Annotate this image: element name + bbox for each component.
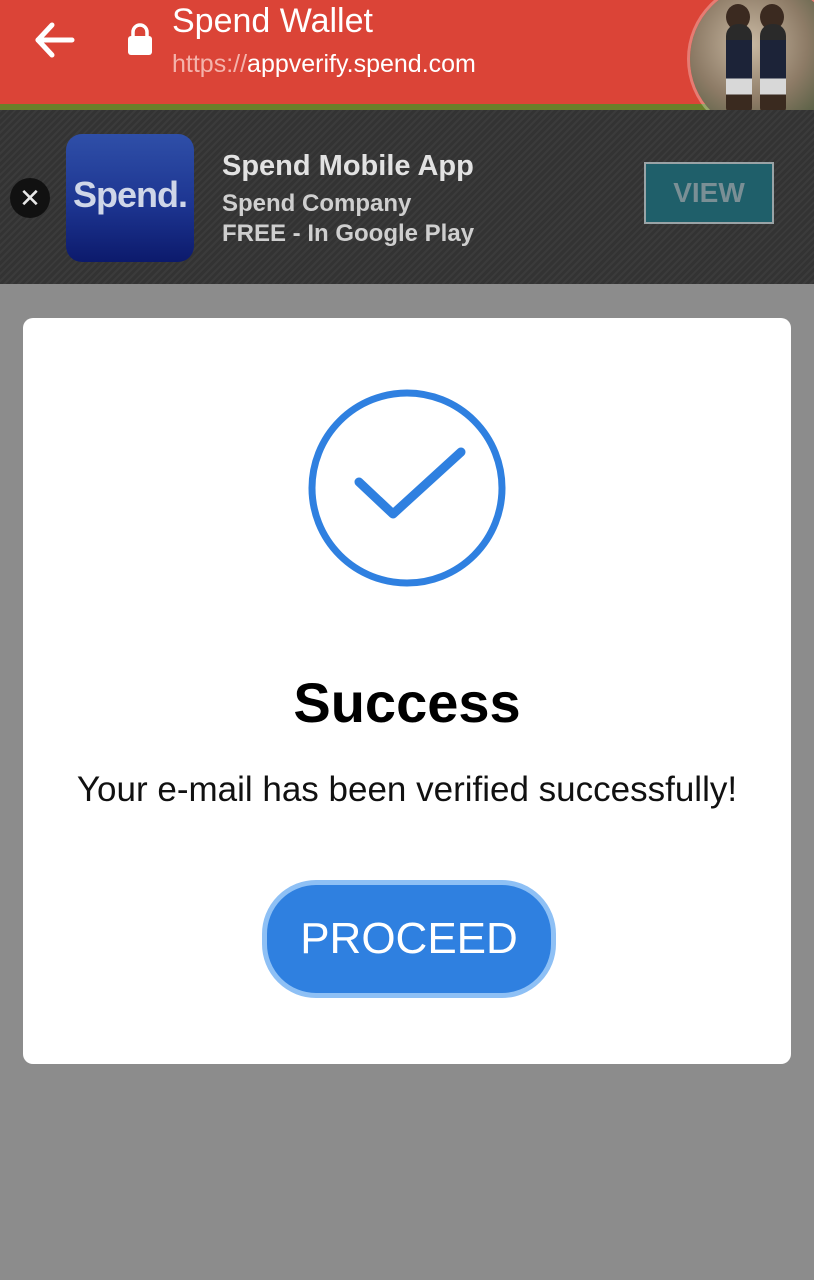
url-host: appverify.spend.com bbox=[247, 50, 476, 78]
browser-toolbar: Spend Wallet https://appverify.spend.com bbox=[0, 0, 814, 134]
proceed-button[interactable]: PROCEED bbox=[262, 880, 556, 998]
lock-icon bbox=[128, 23, 152, 55]
app-logo[interactable]: Spend. bbox=[66, 134, 194, 262]
avatar-figure bbox=[726, 24, 752, 112]
app-company: Spend Company bbox=[222, 190, 412, 217]
check-circle-icon bbox=[308, 389, 506, 587]
success-title: Success bbox=[293, 671, 521, 734]
avatar-figure bbox=[760, 24, 786, 112]
app-install-banner: ✕ Spend. Spend Mobile App Spend Company … bbox=[0, 110, 814, 284]
app-logo-text: Spend. bbox=[72, 174, 188, 215]
success-message: Your e-mail has been verified successful… bbox=[76, 770, 738, 809]
page-url[interactable]: https://appverify.spend.com bbox=[172, 50, 476, 79]
close-icon[interactable]: ✕ bbox=[10, 178, 50, 218]
app-name: Spend Mobile App bbox=[222, 150, 474, 182]
view-button[interactable]: VIEW bbox=[644, 162, 774, 224]
back-arrow-icon[interactable] bbox=[30, 20, 78, 60]
app-store-info: FREE - In Google Play bbox=[222, 220, 475, 247]
page-title: Spend Wallet bbox=[172, 2, 373, 40]
success-dialog: Success Your e-mail has been verified su… bbox=[23, 318, 791, 1064]
url-scheme: https:// bbox=[172, 50, 248, 78]
